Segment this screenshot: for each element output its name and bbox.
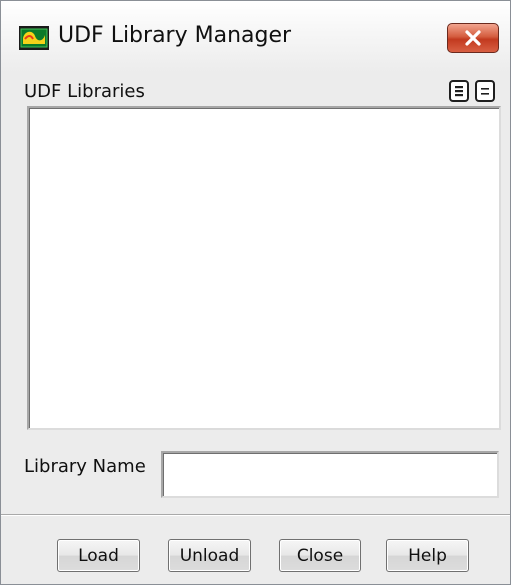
separator (1, 514, 510, 516)
udf-libraries-label: UDF Libraries (24, 81, 145, 102)
udf-library-manager-window: UDF Library Manager UDF Libraries Librar… (0, 0, 511, 585)
close-button[interactable]: Close (279, 539, 361, 572)
title-bar: UDF Library Manager (1, 1, 510, 73)
select-all-button[interactable] (449, 80, 469, 102)
deselect-all-button[interactable] (475, 80, 495, 102)
unload-button[interactable]: Unload (168, 539, 251, 572)
window-close-button[interactable] (447, 23, 499, 53)
app-icon (19, 26, 49, 50)
help-button[interactable]: Help (386, 539, 469, 572)
udf-libraries-list[interactable] (27, 106, 501, 430)
window-title: UDF Library Manager (58, 23, 292, 48)
library-name-input[interactable] (161, 451, 499, 498)
load-button[interactable]: Load (57, 539, 140, 572)
library-name-label: Library Name (24, 456, 146, 477)
